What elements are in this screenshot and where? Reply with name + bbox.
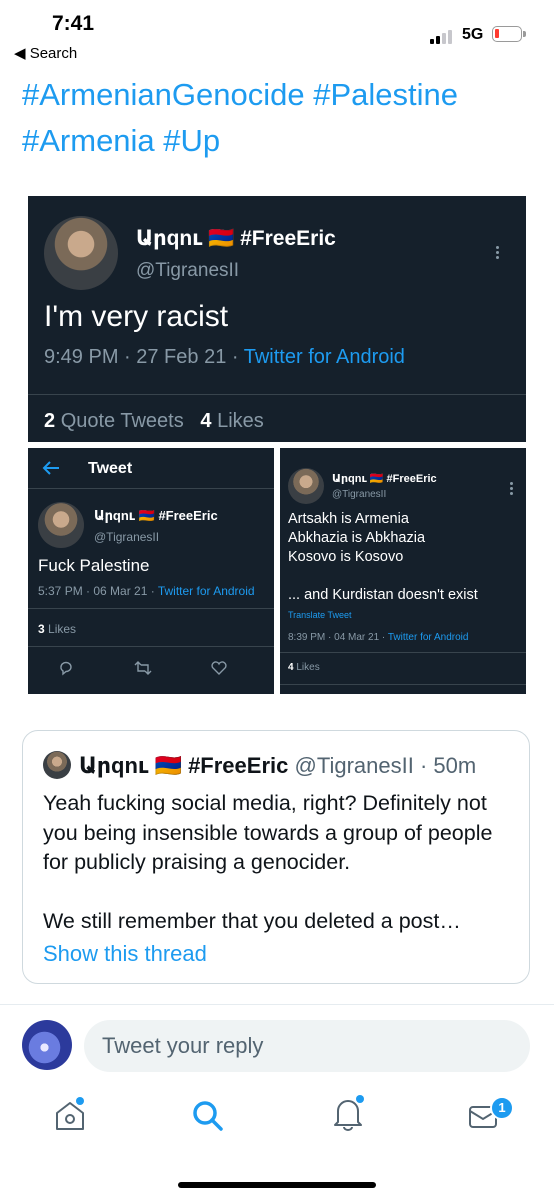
quote-paragraph-2: We still remember that you deleted a pos… [43,909,461,933]
tweet-line: Abkhazia is Abkhazia [288,530,426,546]
tweet-source: Twitter for Android [387,632,469,643]
more-icon [496,244,499,261]
screenshot-header: Tweet [28,448,274,489]
retweet-icon [134,661,152,675]
tab-search[interactable] [190,1096,226,1132]
tweet-hashtags[interactable]: #ArmenianGenocide #Palestine #Armenia #U… [22,72,542,164]
like-label: Likes [296,662,320,673]
home-indicator [178,1182,376,1188]
reply-placeholder: Tweet your reply [102,1033,264,1058]
quote-paragraph-1: Yeah fucking social media, right? Defini… [43,791,493,874]
tweet-text: I'm very racist [44,300,229,333]
messages-badge: 1 [490,1096,514,1120]
tab-messages[interactable]: 1 [468,1094,516,1134]
divider [0,1004,554,1005]
reply-input[interactable]: Tweet your reply [84,1020,530,1072]
tweet-source: Twitter for Android [243,346,405,368]
display-name: Արqnւ 🇦🇲 #FreeEric [136,227,336,250]
divider [280,652,526,653]
handle: @TigranesII [136,260,240,281]
avatar [38,502,84,548]
divider [28,394,526,395]
tweet-stats: 4 Likes [288,662,320,673]
more-icon [510,480,513,497]
user-avatar[interactable] [22,1020,72,1070]
tweet-line: Kosovo is Kosovo [288,549,404,565]
quoted-tweet-card[interactable]: Արqnւ 🇦🇲 #FreeEric @TigranesII · 50m Yea… [22,730,530,984]
show-thread-link[interactable]: Show this thread [43,941,207,967]
avatar [43,751,71,779]
reply-icon [60,661,72,676]
divider [28,646,274,647]
avatar [288,468,324,504]
tweet-line [288,567,478,586]
tweet-text: Artsakh is Armenia Abkhazia is Abkhazia … [288,510,478,605]
tweet-age: · 50m [419,753,477,778]
tab-home[interactable] [52,1094,88,1134]
tweet-meta: 9:49 PM · 27 Feb 21 · Twitter for Androi… [44,346,405,369]
tweet-source: Twitter for Android [157,584,255,598]
signal-icon [430,28,456,44]
handle: @TigranesII [332,489,387,500]
screenshot-tweet-1[interactable]: Արqnւ 🇦🇲 #FreeEric @TigranesII I'm very … [28,196,526,442]
display-name: Արqnւ 🇦🇲 #FreeEric [332,473,437,485]
status-time: 7:41 [52,12,95,35]
tweet-line: Artsakh is Armenia [288,511,409,527]
tab-notifications[interactable] [330,1092,366,1132]
tweet-meta: 5:37 PM · 06 Mar 21 · Twitter for Androi… [38,584,255,598]
tweet-stats: 2 Quote Tweets 4 Likes [44,410,264,433]
like-label: Likes [217,410,264,432]
like-count: 4 [288,662,294,673]
like-count: 4 [200,410,212,432]
tweet-line: ... and Kurdistan doesn't exist [288,587,478,603]
screenshot-tweet-2[interactable]: Tweet Արqnւ 🇦🇲 #FreeEric @TigranesII Fuc… [28,448,274,694]
tweet-stats: 3 Likes [38,622,76,636]
avatar [44,216,118,290]
like-count: 3 [38,622,45,636]
back-arrow-icon [42,461,59,475]
network-type: 5G [462,26,484,43]
back-to-search-link[interactable]: ◀ Search [14,44,77,62]
divider [28,608,274,609]
tweet-time: 9:49 PM · 27 Feb 21 · [44,346,244,368]
tweet-time: 5:37 PM · 06 Mar 21 · [38,584,158,598]
like-label: Likes [48,622,77,636]
tweet-text: Fuck Palestine [38,556,150,575]
battery-icon [492,26,526,42]
screenshot-tweet-3[interactable]: Արqnւ 🇦🇲 #FreeEric @TigranesII Artsakh i… [280,448,526,694]
tweet-time: 8:39 PM · 04 Mar 21 · [288,632,388,643]
translate-link[interactable]: Translate Tweet [288,610,352,620]
tab-bar: 1 [0,1080,554,1160]
bell-icon [334,1095,364,1131]
search-icon [193,1101,223,1131]
quote-count: 2 [44,410,56,432]
quote-header: Արqnւ 🇦🇲 #FreeEric @TigranesII · 50m [79,753,476,779]
display-name: Արqnւ 🇦🇲 #FreeEric [94,508,218,523]
tweet-meta: 8:39 PM · 04 Mar 21 · Twitter for Androi… [288,632,468,643]
header-title: Tweet [88,460,133,477]
display-name: Արqnւ 🇦🇲 #FreeEric [79,753,289,778]
handle: @TigranesII [294,753,414,778]
handle: @TigranesII [94,530,160,544]
quote-label: Quote Tweets [60,410,184,432]
home-icon [56,1097,84,1130]
like-icon [211,661,227,675]
divider [280,684,526,685]
